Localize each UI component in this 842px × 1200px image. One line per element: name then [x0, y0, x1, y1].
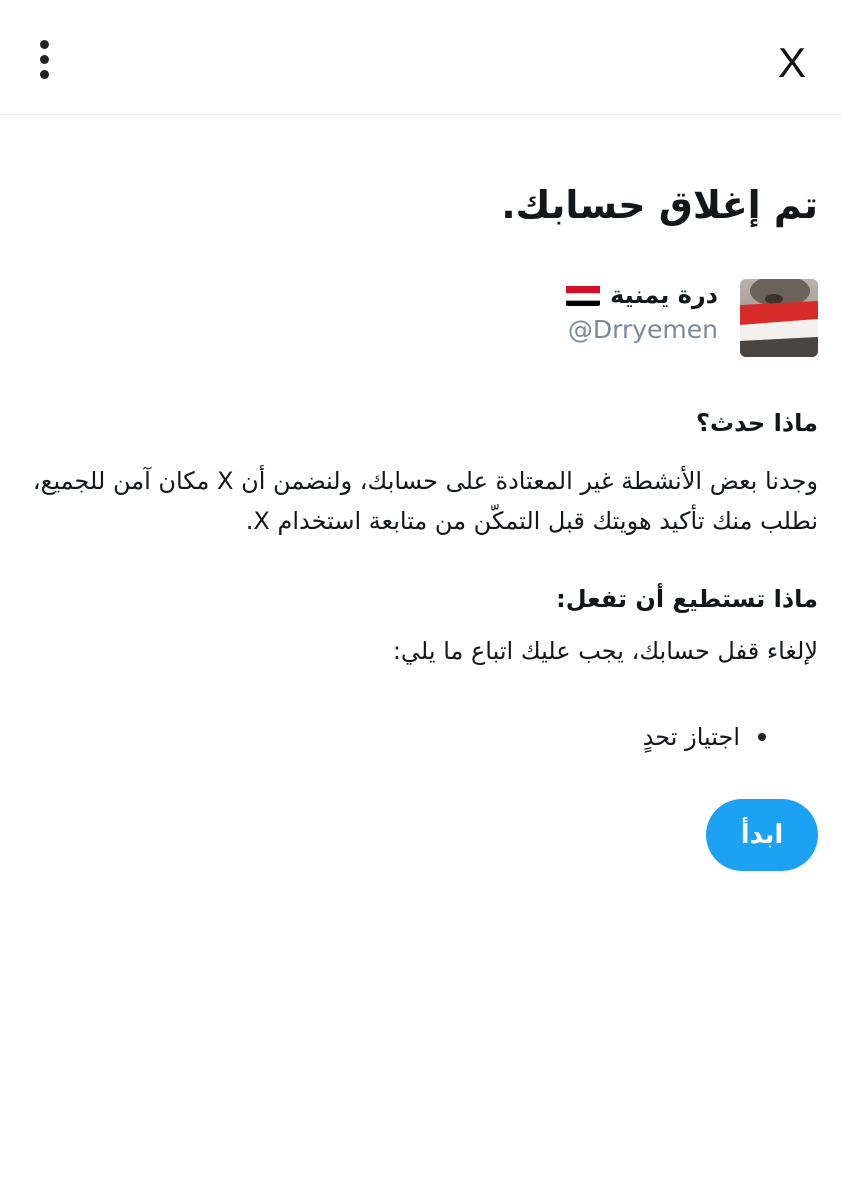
avatar-image	[740, 279, 818, 357]
account-handle: @Drryemen	[567, 315, 718, 344]
steps-list: اجتياز تحدٍ	[24, 717, 818, 757]
what-happened-heading: ماذا حدث؟	[696, 409, 818, 437]
x-logo-icon[interactable]: X	[778, 38, 806, 88]
start-button[interactable]: ابدأ	[706, 799, 818, 871]
top-bar: X	[0, 0, 842, 115]
yemen-flag-icon	[566, 284, 601, 306]
display-name-text: درة يمنية	[610, 281, 718, 309]
account-card: درة يمنية @Drryemen	[24, 279, 818, 359]
avatar	[740, 279, 818, 357]
list-item: اجتياز تحدٍ	[642, 723, 740, 751]
main-content: تم إغلاق حسابك. درة يمنية @Drryemen ماذا…	[24, 115, 818, 871]
page-title: تم إغلاق حسابك.	[501, 183, 818, 227]
bullet-icon	[758, 733, 766, 741]
account-info: درة يمنية @Drryemen	[566, 279, 718, 349]
display-name: درة يمنية	[566, 279, 718, 311]
what-happened-body: وجدنا بعض الأنشطة غير المعتادة على حسابك…	[32, 467, 818, 535]
what-you-can-do-heading: ماذا تستطيع أن تفعل:	[556, 585, 818, 613]
what-you-can-do-body: لإلغاء قفل حسابك، يجب عليك اتباع ما يلي:	[392, 637, 818, 665]
kebab-menu-icon[interactable]	[34, 40, 56, 80]
